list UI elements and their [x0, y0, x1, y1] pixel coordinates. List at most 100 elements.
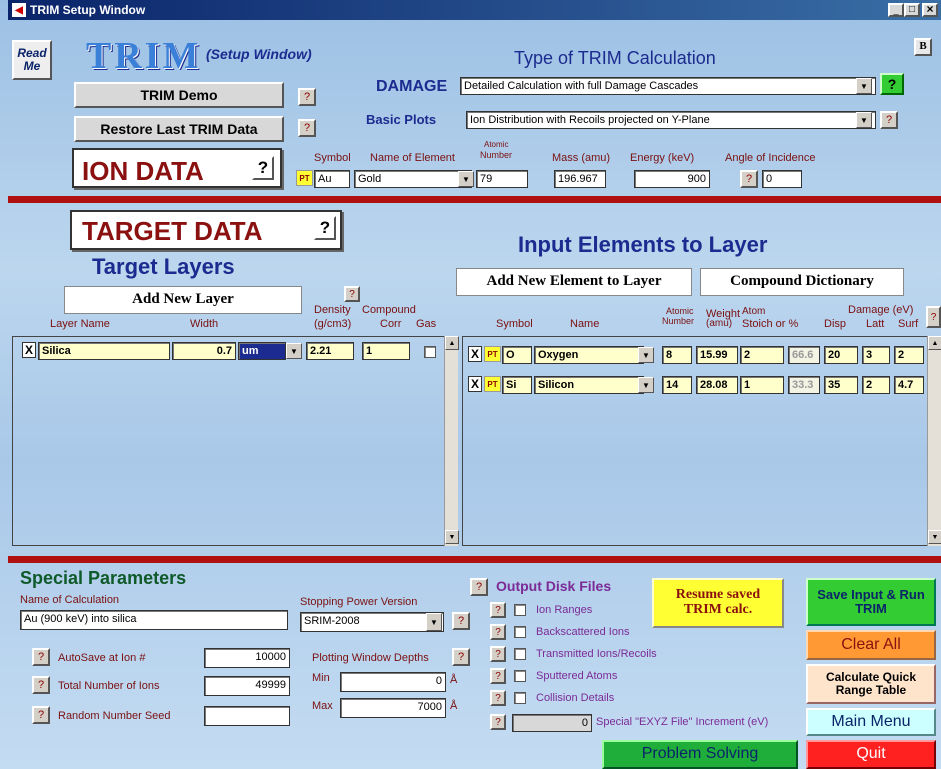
transmitted-help-button[interactable]: ?: [490, 646, 506, 662]
element-name-field[interactable]: Oxygen: [534, 346, 644, 364]
minimize-button[interactable]: _: [888, 3, 904, 17]
damage-dropdown-arrow[interactable]: ▼: [856, 78, 872, 94]
element-latt-field[interactable]: 2: [862, 376, 890, 394]
restore-help-button[interactable]: ?: [298, 119, 316, 137]
layer-width-field[interactable]: 0.7: [172, 342, 236, 360]
element-stoich-field[interactable]: 2: [740, 346, 784, 364]
layer-corr-field[interactable]: 1: [362, 342, 410, 360]
element-periodic-table-button[interactable]: PT: [484, 376, 501, 392]
target-data-help-button[interactable]: ?: [314, 216, 336, 240]
ion-periodic-table-button[interactable]: PT: [296, 170, 313, 186]
plotting-depths-help-button[interactable]: ?: [452, 648, 470, 666]
ion-angle-field[interactable]: 0: [762, 170, 802, 188]
layer-density-field[interactable]: 2.21: [306, 342, 354, 360]
basic-plots-select[interactable]: Ion Distribution with Recoils projected …: [466, 111, 876, 129]
layer-unit-select[interactable]: um: [238, 342, 286, 360]
save-and-run-trim-button[interactable]: Save Input & Run TRIM: [806, 578, 936, 626]
layers-scroll-up[interactable]: ▲: [445, 336, 459, 350]
element-stoich-field[interactable]: 1: [740, 376, 784, 394]
autosave-field[interactable]: 10000: [204, 648, 290, 668]
element-symbol-field[interactable]: Si: [502, 376, 532, 394]
ion-data-help-button[interactable]: ?: [252, 156, 274, 180]
elements-scroll-down[interactable]: ▼: [928, 530, 941, 544]
backscattered-checkbox[interactable]: [514, 626, 526, 638]
add-new-element-button[interactable]: Add New Element to Layer: [456, 268, 692, 296]
seed-help-button[interactable]: ?: [32, 706, 50, 724]
delete-element-button[interactable]: X: [468, 376, 482, 392]
title-bar[interactable]: ◀ TRIM Setup Window: [8, 0, 941, 20]
ion-energy-field[interactable]: 900: [634, 170, 710, 188]
transmitted-checkbox[interactable]: [514, 648, 526, 660]
main-menu-button[interactable]: Main Menu: [806, 708, 936, 736]
element-surf-field[interactable]: 2: [894, 346, 924, 364]
ion-ranges-help-button[interactable]: ?: [490, 602, 506, 618]
stopping-power-select[interactable]: SRIM-2008: [300, 612, 444, 632]
angle-help-button[interactable]: ?: [740, 170, 758, 188]
basic-plots-help-button[interactable]: ?: [880, 111, 898, 129]
damage-help-button[interactable]: ?: [880, 73, 904, 95]
element-periodic-table-button[interactable]: PT: [484, 346, 501, 362]
element-weight-field[interactable]: 28.08: [696, 376, 738, 394]
calc-name-field[interactable]: Au (900 keV) into silica: [20, 610, 288, 630]
element-surf-field[interactable]: 4.7: [894, 376, 924, 394]
damage-help-small-button[interactable]: ?: [926, 306, 941, 328]
element-name-field[interactable]: Silicon: [534, 376, 644, 394]
element-disp-field[interactable]: 35: [824, 376, 858, 394]
total-ions-help-button[interactable]: ?: [32, 676, 50, 694]
layer-unit-dropdown-arrow[interactable]: ▼: [286, 343, 302, 359]
resume-saved-trim-button[interactable]: Resume saved TRIM calc.: [652, 578, 784, 628]
layer-gas-checkbox[interactable]: [424, 346, 436, 358]
ion-mass-field[interactable]: 196.967: [554, 170, 606, 188]
layers-scrollbar[interactable]: ▲ ▼: [444, 336, 459, 546]
restore-last-trim-data-button[interactable]: Restore Last TRIM Data: [74, 116, 284, 142]
total-ions-field[interactable]: 49999: [204, 676, 290, 696]
elements-scrollbar[interactable]: ▲ ▼: [927, 336, 941, 546]
ion-atomic-number-field[interactable]: 79: [476, 170, 528, 188]
element-name-dropdown-arrow[interactable]: ▼: [638, 377, 654, 393]
ion-ranges-checkbox[interactable]: [514, 604, 526, 616]
element-atomic-field[interactable]: 8: [662, 346, 692, 364]
sputtered-help-button[interactable]: ?: [490, 668, 506, 684]
exyz-help-button[interactable]: ?: [490, 714, 506, 730]
trim-demo-button[interactable]: TRIM Demo: [74, 82, 284, 108]
quick-range-table-button[interactable]: Calculate Quick Range Table: [806, 664, 936, 704]
quit-button[interactable]: Quit: [806, 740, 936, 769]
demo-help-button[interactable]: ?: [298, 88, 316, 106]
compound-dictionary-button[interactable]: Compound Dictionary: [700, 268, 904, 296]
seed-field[interactable]: [204, 706, 290, 726]
min-depth-field[interactable]: 0: [340, 672, 446, 692]
element-atomic-field[interactable]: 14: [662, 376, 692, 394]
autosave-help-button[interactable]: ?: [32, 648, 50, 666]
element-name-dropdown-arrow[interactable]: ▼: [638, 347, 654, 363]
maximize-button[interactable]: □: [904, 3, 920, 17]
collision-details-help-button[interactable]: ?: [490, 690, 506, 706]
ion-symbol-field[interactable]: Au: [314, 170, 350, 188]
add-new-layer-button[interactable]: Add New Layer: [64, 286, 302, 314]
ion-name-field[interactable]: Gold: [354, 170, 472, 188]
element-symbol-field[interactable]: O: [502, 346, 532, 364]
elements-scroll-up[interactable]: ▲: [928, 336, 941, 350]
delete-element-button[interactable]: X: [468, 346, 482, 362]
read-me-button[interactable]: Read Me: [12, 40, 52, 80]
layer-density-help-button[interactable]: ?: [344, 286, 360, 302]
basic-plots-dropdown-arrow[interactable]: ▼: [856, 112, 872, 128]
clear-all-button[interactable]: Clear All: [806, 630, 936, 660]
collision-details-checkbox[interactable]: [514, 692, 526, 704]
max-depth-field[interactable]: 7000: [340, 698, 446, 718]
damage-select[interactable]: Detailed Calculation with full Damage Ca…: [460, 77, 876, 95]
stopping-power-help-button[interactable]: ?: [452, 612, 470, 630]
backscattered-help-button[interactable]: ?: [490, 624, 506, 640]
b-button[interactable]: B: [914, 38, 932, 56]
problem-solving-button[interactable]: Problem Solving: [602, 740, 798, 769]
element-weight-field[interactable]: 15.99: [696, 346, 738, 364]
delete-layer-button[interactable]: X: [22, 342, 36, 358]
ion-name-dropdown-arrow[interactable]: ▼: [458, 171, 474, 187]
output-files-help-button[interactable]: ?: [470, 578, 488, 596]
sputtered-checkbox[interactable]: [514, 670, 526, 682]
layers-scroll-down[interactable]: ▼: [445, 530, 459, 544]
exyz-increment-field[interactable]: 0: [512, 714, 592, 732]
close-button[interactable]: ×: [922, 3, 938, 17]
layer-name-field[interactable]: Silica: [38, 342, 170, 360]
stopping-power-dropdown-arrow[interactable]: ▼: [426, 613, 442, 631]
element-disp-field[interactable]: 20: [824, 346, 858, 364]
